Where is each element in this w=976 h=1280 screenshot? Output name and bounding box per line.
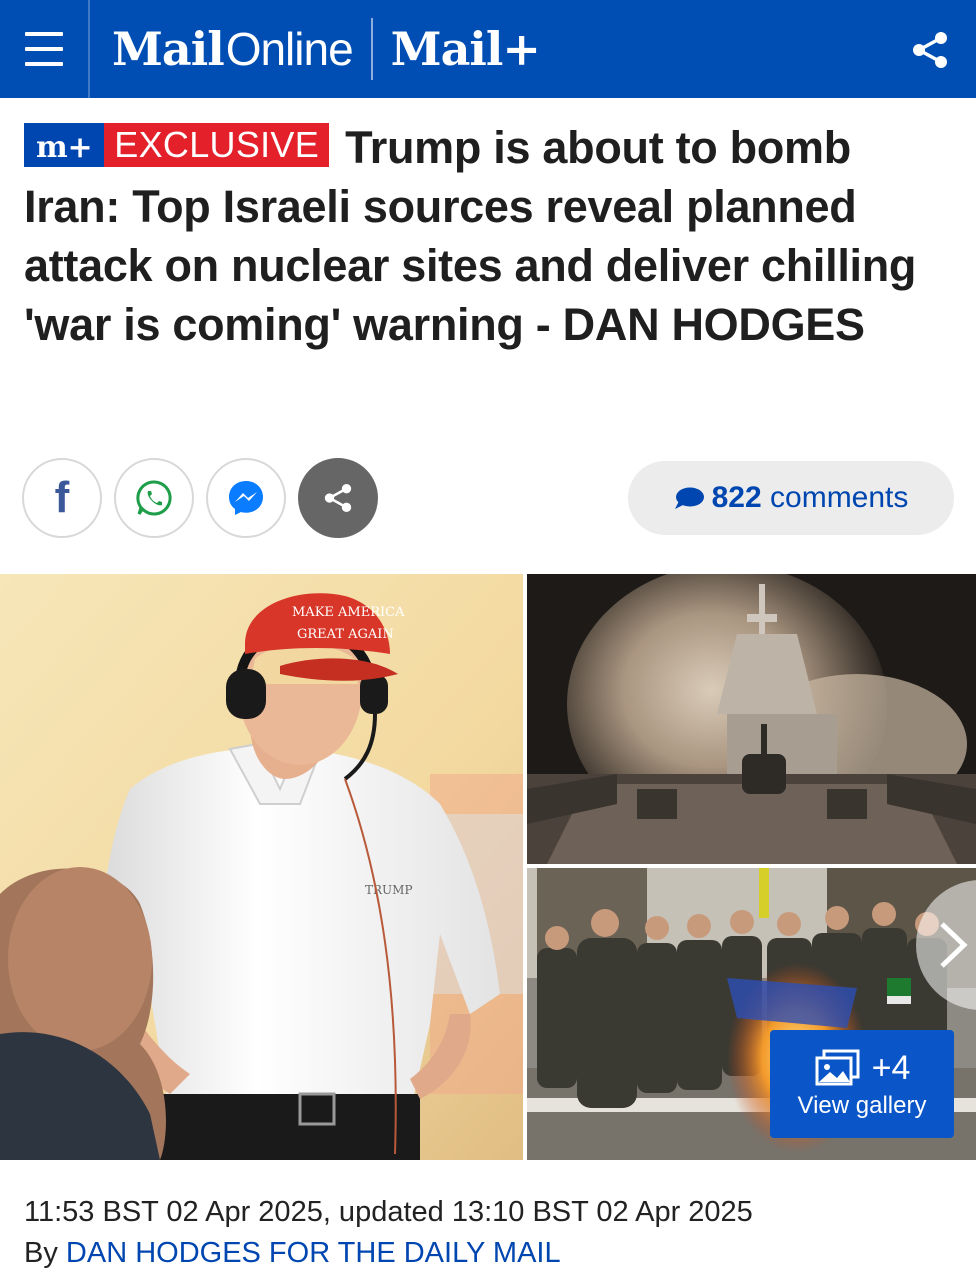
author-link[interactable]: DAN HODGES FOR THE DAILY MAIL	[66, 1237, 561, 1269]
warship-photo	[527, 574, 976, 864]
gallery-icon	[815, 1049, 860, 1086]
share-buttons: f	[22, 458, 390, 538]
chevron-right-icon	[940, 922, 968, 968]
trump-photo: MAKE AMERICA GREAT AGAIN TRUMP	[0, 574, 523, 1160]
whatsapp-share-button[interactable]	[114, 458, 194, 538]
logo-online-text: Online	[225, 23, 354, 75]
article-headline: m+ EXCLUSIVE Trump is about to bomb Iran…	[24, 118, 954, 354]
exclusive-badge: m+ EXCLUSIVE	[24, 123, 330, 167]
cap-text-line1: MAKE AMERICA	[292, 605, 405, 620]
article-dateline: 11:53 BST 02 Apr 2025, updated 13:10 BST…	[24, 1196, 753, 1228]
shirt-text: TRUMP	[365, 883, 413, 897]
menu-icon	[25, 32, 63, 66]
exclusive-label: EXCLUSIVE	[104, 123, 330, 167]
top-nav-bar: Mail Online Mail+	[0, 0, 976, 98]
logo-mail-text: Mail	[112, 22, 225, 76]
whatsapp-icon	[136, 480, 172, 516]
messenger-share-button[interactable]	[206, 458, 286, 538]
share-icon[interactable]	[910, 30, 950, 70]
gallery-count: +4	[871, 1048, 911, 1087]
messenger-icon	[229, 481, 263, 515]
facebook-icon: f	[54, 473, 70, 522]
main-article-image[interactable]: MAKE AMERICA GREAT AGAIN TRUMP	[0, 574, 523, 1160]
comment-icon	[674, 487, 704, 509]
logo-divider	[370, 18, 373, 80]
share-icon	[324, 483, 352, 513]
menu-button[interactable]	[0, 0, 90, 98]
warship-image[interactable]	[527, 574, 976, 864]
mail-plus-badge: m+	[24, 123, 105, 167]
cap-text-line2: GREAT AGAIN	[297, 627, 394, 642]
mail-plus-logo[interactable]: Mail+	[391, 22, 541, 76]
view-gallery-label: View gallery	[797, 1091, 927, 1119]
facebook-share-button[interactable]: f	[22, 458, 102, 538]
comments-count: 822	[711, 481, 762, 514]
view-gallery-button[interactable]: +4 View gallery	[770, 1030, 954, 1138]
byline-prefix: By	[24, 1237, 58, 1269]
site-logo[interactable]: Mail Online Mail+	[112, 0, 541, 98]
comments-button[interactable]: 822 comments	[628, 461, 954, 535]
article-byline: By DAN HODGES FOR THE DAILY MAIL	[24, 1237, 561, 1270]
comments-label: comments	[770, 481, 909, 514]
more-share-button[interactable]	[298, 458, 378, 538]
